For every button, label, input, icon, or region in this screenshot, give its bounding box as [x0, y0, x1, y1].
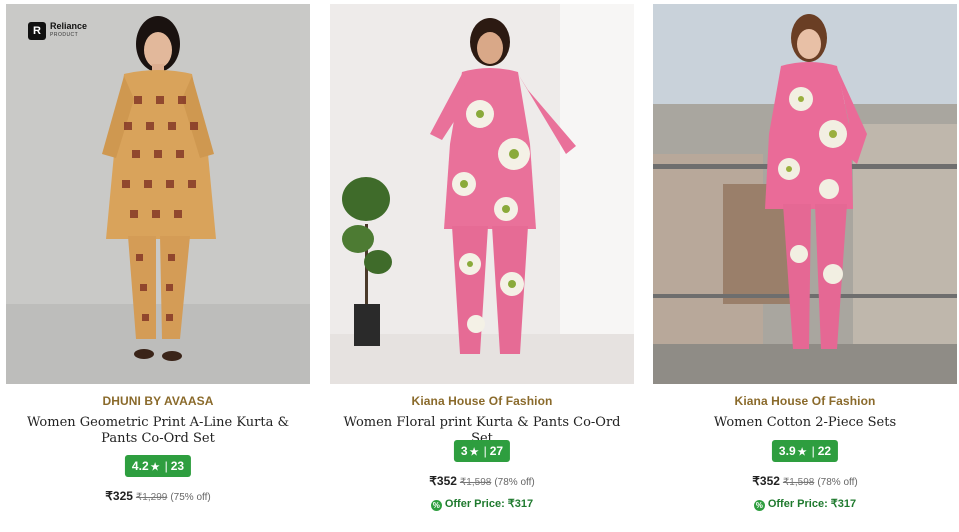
- logo-text: Reliance: [50, 21, 88, 31]
- offer-price-text: Offer Price: ₹317: [444, 498, 534, 510]
- mrp-price: ₹1,598: [782, 477, 815, 488]
- rating-separator: |: [811, 444, 815, 458]
- discount-text: (75% off): [170, 492, 211, 503]
- offer-tag-icon: %: [430, 500, 442, 511]
- selling-price: ₹325: [105, 489, 133, 503]
- rating-count: 22: [817, 444, 832, 458]
- rating-badge: 4.2 ★ | 23: [124, 455, 192, 477]
- star-icon: ★: [150, 462, 160, 473]
- product-brand[interactable]: DHUNI BY AVAASA: [6, 394, 310, 408]
- product-image[interactable]: [330, 4, 634, 384]
- selling-price: ₹352: [752, 474, 780, 488]
- product-grid: R Reliance PRODUCT DHUNI BY AVAASA Women…: [0, 0, 959, 532]
- product-image[interactable]: R Reliance PRODUCT: [6, 4, 310, 384]
- logo-subtext: PRODUCT: [50, 32, 79, 38]
- rating-badge: 3.9 ★ | 22: [771, 440, 839, 462]
- rating-count: 27: [489, 444, 504, 458]
- rating-separator: |: [164, 459, 168, 473]
- model-photo-icon: [653, 4, 957, 384]
- rating-value: 3: [460, 444, 468, 458]
- product-brand[interactable]: Kiana House Of Fashion: [653, 394, 957, 408]
- star-icon: ★: [469, 447, 479, 458]
- product-image[interactable]: [653, 4, 957, 384]
- discount-text: (78% off): [494, 477, 535, 488]
- offer-price: % Offer Price: ₹317: [653, 497, 957, 511]
- reliance-logo-icon: R: [28, 22, 46, 40]
- offer-price: % Offer Price: ₹317: [330, 497, 634, 511]
- selling-price: ₹352: [429, 474, 457, 488]
- product-card[interactable]: Kiana House Of Fashion Women Cotton 2-Pi…: [653, 0, 957, 532]
- rating-separator: |: [483, 444, 487, 458]
- rating-value: 3.9: [778, 444, 796, 458]
- price-line: ₹352 ₹1,598 (78% off): [330, 474, 634, 488]
- product-title[interactable]: Women Cotton 2-Piece Sets: [659, 415, 951, 431]
- reliance-product-logo: R Reliance PRODUCT: [28, 22, 87, 40]
- rating-value: 4.2: [131, 459, 149, 473]
- discount-text: (78% off): [817, 477, 858, 488]
- price-line: ₹352 ₹1,598 (78% off): [653, 474, 957, 488]
- offer-price-text: Offer Price: ₹317: [767, 498, 857, 510]
- model-photo-icon: [6, 4, 310, 384]
- mrp-price: ₹1,598: [459, 477, 492, 488]
- product-brand[interactable]: Kiana House Of Fashion: [330, 394, 634, 408]
- model-photo-icon: [330, 4, 634, 384]
- mrp-price: ₹1,299: [135, 492, 168, 503]
- rating-count: 23: [170, 459, 185, 473]
- rating-badge: 3 ★ | 27: [453, 440, 511, 462]
- product-title[interactable]: Women Geometric Print A-Line Kurta & Pan…: [12, 415, 304, 447]
- price-line: ₹325 ₹1,299 (75% off): [6, 489, 310, 503]
- star-icon: ★: [797, 447, 807, 458]
- product-card[interactable]: R Reliance PRODUCT DHUNI BY AVAASA Women…: [6, 0, 310, 532]
- offer-tag-icon: %: [753, 500, 765, 511]
- product-card[interactable]: Kiana House Of Fashion Women Floral prin…: [330, 0, 634, 532]
